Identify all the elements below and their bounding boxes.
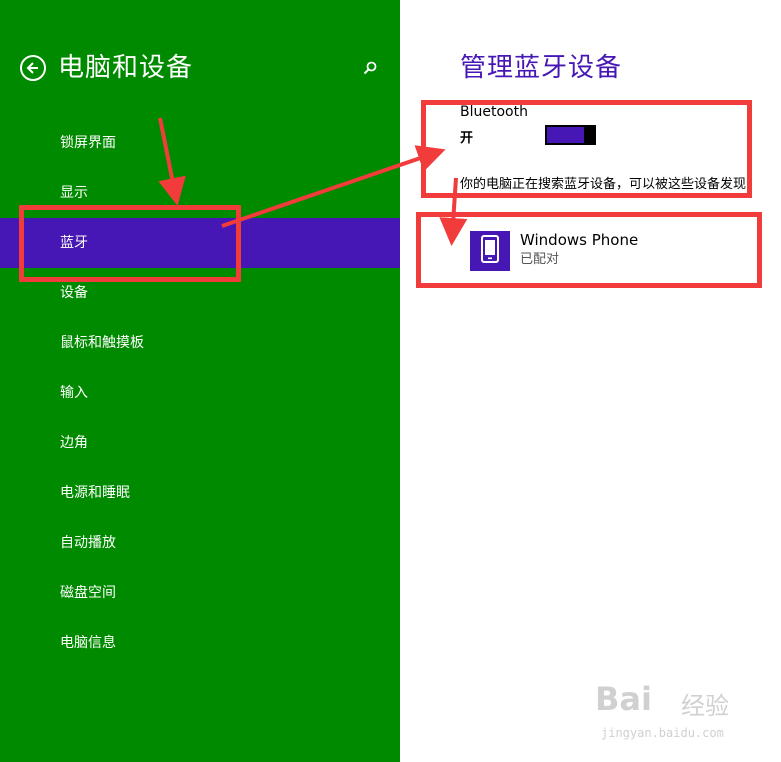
watermark-url: jingyan.baidu.com	[601, 726, 724, 740]
baidu-watermark: Bai 经验 jingyan.baidu.com	[595, 680, 745, 750]
nav-item-mouse-touchpad[interactable]: 鼠标和触摸板	[0, 318, 400, 368]
nav-item-power-sleep[interactable]: 电源和睡眠	[0, 468, 400, 518]
settings-nav: 锁屏界面 显示 蓝牙 设备 鼠标和触摸板 输入 边角 电源和睡眠 自动播放 磁盘…	[0, 118, 400, 668]
annotation-box-nav	[19, 205, 241, 282]
search-icon	[362, 61, 378, 80]
nav-item-typing[interactable]: 输入	[0, 368, 400, 418]
watermark-logo: Bai	[595, 680, 652, 718]
nav-item-autoplay[interactable]: 自动播放	[0, 518, 400, 568]
nav-item-corners[interactable]: 边角	[0, 418, 400, 468]
annotation-box-device	[416, 212, 762, 288]
back-button[interactable]	[20, 55, 46, 81]
nav-item-lock-screen[interactable]: 锁屏界面	[0, 118, 400, 168]
watermark-logo-cn: 经验	[681, 692, 729, 720]
annotation-box-toggle	[421, 100, 752, 198]
back-arrow-icon	[26, 61, 40, 75]
section-title: 管理蓝牙设备	[460, 53, 623, 83]
search-button[interactable]	[362, 60, 378, 76]
page-title: 电脑和设备	[58, 53, 194, 83]
nav-item-disk-space[interactable]: 磁盘空间	[0, 568, 400, 618]
nav-item-pc-info[interactable]: 电脑信息	[0, 618, 400, 668]
left-pane: 电脑和设备 锁屏界面 显示 蓝牙 设备 鼠标和触摸板 输入 边角 电源和睡眠 自…	[0, 0, 400, 762]
